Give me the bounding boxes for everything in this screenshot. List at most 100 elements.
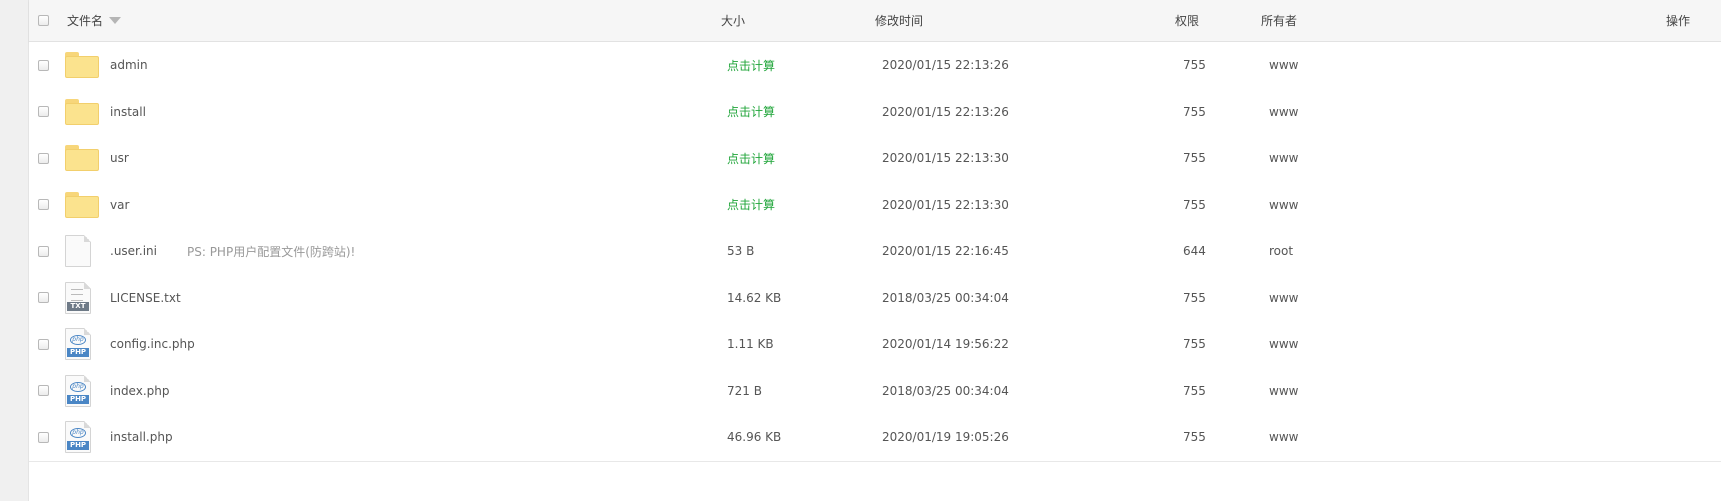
- row-select-cell[interactable]: [38, 42, 58, 89]
- php-file-icon[interactable]: php PHP: [65, 374, 91, 407]
- file-name[interactable]: usr: [110, 151, 129, 165]
- file-name-cell[interactable]: index.php: [110, 368, 169, 415]
- file-name[interactable]: install.php: [110, 430, 173, 444]
- permission-value[interactable]: 644: [1183, 228, 1206, 275]
- permission-value[interactable]: 755: [1183, 321, 1206, 368]
- column-header-name[interactable]: 文件名: [67, 0, 122, 41]
- modified-time: 2018/03/25 00:34:04: [882, 290, 1009, 305]
- file-name[interactable]: .user.ini: [110, 244, 157, 258]
- owner-value[interactable]: www: [1269, 135, 1298, 182]
- owner-value[interactable]: root: [1269, 228, 1293, 275]
- file-icon-cell[interactable]: php PHP: [65, 414, 101, 461]
- row-checkbox[interactable]: [38, 338, 49, 350]
- file-name-cell[interactable]: usr: [110, 135, 129, 182]
- row-select-cell[interactable]: [38, 135, 58, 182]
- row-select-cell[interactable]: [38, 182, 58, 229]
- select-all-checkbox[interactable]: [38, 15, 49, 26]
- file-name-cell[interactable]: install.php: [110, 414, 173, 461]
- row-checkbox[interactable]: [38, 292, 49, 304]
- file-name-cell[interactable]: .user.ini PS: PHP用户配置文件(防跨站)!: [110, 228, 355, 275]
- table-row[interactable]: install 点击计算 2020/01/15 22:13:26 755 www: [29, 88, 1721, 136]
- left-margin: [0, 0, 28, 501]
- php-logo: php: [70, 381, 86, 392]
- folder-icon[interactable]: [65, 52, 99, 79]
- file-icon-cell[interactable]: [65, 42, 101, 89]
- row-checkbox[interactable]: [38, 59, 49, 71]
- permission-value[interactable]: 755: [1183, 182, 1206, 229]
- column-header-mtime[interactable]: 修改时间: [875, 0, 923, 41]
- file-name-cell[interactable]: LICENSE.txt: [110, 275, 181, 322]
- file-icon-cell[interactable]: php PHP: [65, 321, 101, 368]
- sort-caret-down-icon[interactable]: [109, 17, 122, 24]
- owner-value[interactable]: www: [1269, 321, 1298, 368]
- table-row[interactable]: TXT LICENSE.txt 14.62 KB 2018/03/25 00:34:0…: [29, 274, 1721, 322]
- file-name[interactable]: install: [110, 105, 146, 119]
- file-name[interactable]: index.php: [110, 384, 169, 398]
- file-name[interactable]: admin: [110, 58, 148, 72]
- row-checkbox[interactable]: [38, 152, 49, 164]
- table-row[interactable]: admin 点击计算 2020/01/15 22:13:26 755 www: [29, 42, 1721, 90]
- permission-value[interactable]: 755: [1183, 42, 1206, 89]
- file-name[interactable]: config.inc.php: [110, 337, 195, 351]
- php-file-icon[interactable]: php PHP: [65, 328, 91, 361]
- file-icon-cell[interactable]: [65, 135, 101, 182]
- file-name[interactable]: LICENSE.txt: [110, 291, 181, 305]
- row-checkbox[interactable]: [38, 199, 49, 211]
- table-row[interactable]: .user.ini PS: PHP用户配置文件(防跨站)! 53 B 2020/01/…: [29, 228, 1721, 276]
- calculate-size-link[interactable]: 点击计算: [727, 42, 775, 89]
- file-name-cell[interactable]: config.inc.php: [110, 321, 195, 368]
- permission-value[interactable]: 755: [1183, 368, 1206, 415]
- blank-file-icon[interactable]: [65, 235, 91, 268]
- owner-value[interactable]: www: [1269, 414, 1298, 461]
- row-select-cell[interactable]: [38, 368, 58, 415]
- table-row[interactable]: php PHP install.php 46.96 KB 2020/01/19 19:0…: [29, 414, 1721, 462]
- table-row[interactable]: var 点击计算 2020/01/15 22:13:30 755 www: [29, 181, 1721, 229]
- file-name[interactable]: var: [110, 198, 129, 212]
- owner-value[interactable]: www: [1269, 368, 1298, 415]
- permission-value[interactable]: 755: [1183, 89, 1206, 136]
- php-file-icon[interactable]: php PHP: [65, 421, 91, 454]
- php-logo: php: [70, 428, 86, 439]
- row-checkbox[interactable]: [38, 385, 49, 397]
- row-select-cell[interactable]: [38, 414, 58, 461]
- row-select-cell[interactable]: [38, 321, 58, 368]
- modified-time: 2020/01/15 22:16:45: [882, 244, 1009, 259]
- calculate-size-link[interactable]: 点击计算: [727, 135, 775, 182]
- file-icon-cell[interactable]: TXT: [65, 275, 101, 322]
- file-icon-cell[interactable]: [65, 182, 101, 229]
- file-size: 46.96 KB: [727, 430, 782, 445]
- modified-time: 2018/03/25 00:34:04: [882, 383, 1009, 398]
- permission-value[interactable]: 755: [1183, 275, 1206, 322]
- file-type-badge: TXT: [67, 301, 89, 311]
- row-select-cell[interactable]: [38, 228, 58, 275]
- row-checkbox[interactable]: [38, 245, 49, 257]
- txt-file-icon[interactable]: TXT: [65, 281, 91, 314]
- column-header-size[interactable]: 大小: [721, 0, 745, 41]
- file-icon-cell[interactable]: php PHP: [65, 368, 101, 415]
- folder-icon[interactable]: [65, 145, 99, 172]
- column-header-permission: 权限: [1175, 14, 1200, 28]
- owner-value[interactable]: www: [1269, 182, 1298, 229]
- file-name-cell[interactable]: admin: [110, 42, 148, 89]
- permission-value[interactable]: 755: [1183, 414, 1206, 461]
- calculate-size-link[interactable]: 点击计算: [727, 182, 775, 229]
- owner-value[interactable]: www: [1269, 42, 1298, 89]
- calculate-size-link[interactable]: 点击计算: [727, 89, 775, 136]
- owner-value[interactable]: www: [1269, 275, 1298, 322]
- row-checkbox[interactable]: [38, 431, 49, 443]
- row-select-cell[interactable]: [38, 275, 58, 322]
- folder-icon[interactable]: [65, 98, 99, 125]
- permission-value[interactable]: 755: [1183, 135, 1206, 182]
- table-row[interactable]: php PHP config.inc.php 1.11 KB 2020/01/14 19…: [29, 321, 1721, 369]
- table-row[interactable]: usr 点击计算 2020/01/15 22:13:30 755 www: [29, 135, 1721, 183]
- row-select-cell[interactable]: [38, 89, 58, 136]
- owner-value[interactable]: www: [1269, 89, 1298, 136]
- row-checkbox[interactable]: [38, 106, 49, 118]
- folder-icon[interactable]: [65, 191, 99, 218]
- select-all-cell[interactable]: [38, 0, 58, 41]
- table-row[interactable]: php PHP index.php 721 B 2018/03/25 00:34:04 7…: [29, 367, 1721, 415]
- file-name-cell[interactable]: var: [110, 182, 129, 229]
- file-name-cell[interactable]: install: [110, 89, 146, 136]
- file-icon-cell[interactable]: [65, 228, 101, 275]
- file-icon-cell[interactable]: [65, 89, 101, 136]
